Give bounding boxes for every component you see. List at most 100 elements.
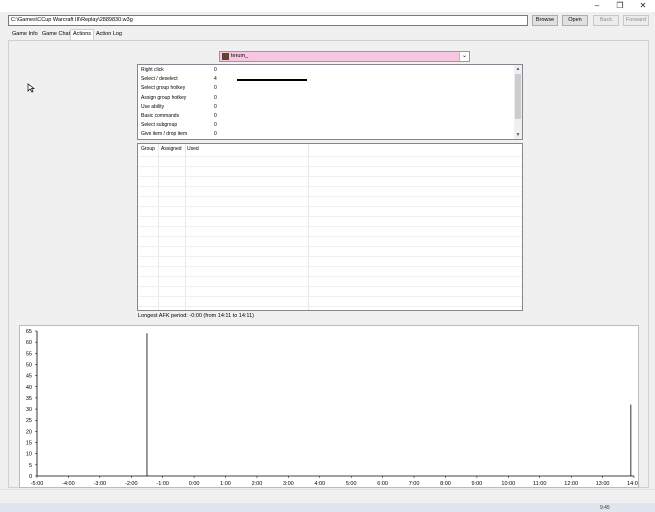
open-button[interactable]: Open [562,15,588,26]
column-header-assigned[interactable]: Assigned [161,146,182,152]
table-row [138,176,522,177]
action-count: 4 [214,76,217,83]
group-hotkey-table[interactable]: Group Assigned Used [137,143,523,311]
y-tick-label: 45 [26,374,32,380]
back-button[interactable]: Back [593,15,619,26]
close-button[interactable]: ✕ [634,0,652,11]
y-tick-label: 5 [29,463,32,469]
player-race-icon [222,53,229,60]
action-label: Select subgroup [141,122,178,129]
action-count: 0 [214,131,217,138]
table-row [138,266,522,267]
action-label: Select group hotkey [141,85,186,92]
maximize-button[interactable]: ❐ [611,0,629,11]
action-row[interactable]: Assign group hotkey 0 [141,94,511,103]
taskbar-clock: 9:45 [600,505,610,511]
x-tick-label: -2:00 [125,481,138,487]
x-tick-label: 14:00 [627,481,638,487]
y-tick-label: 0 [29,474,32,480]
afk-period-text: Longest AFK period: -0:00 (from 14:11 to… [138,313,254,319]
x-tick-label: 10:00 [501,481,515,487]
action-count: 0 [214,94,217,101]
x-tick-label: -1:00 [156,481,169,487]
y-tick-label: 50 [26,362,32,368]
x-tick-label: 4:00 [314,481,325,487]
action-count: 0 [214,85,217,92]
action-row[interactable]: Select / deselect 4 [141,75,511,84]
x-tick-label: -4:00 [62,481,75,487]
x-tick-label: 5:00 [346,481,357,487]
x-tick-label: 0:00 [189,481,200,487]
action-count-bar [237,79,307,82]
y-tick-label: 35 [26,396,32,402]
table-row [138,276,522,277]
browse-button[interactable]: Browse [532,15,558,26]
x-tick-label: 1:00 [220,481,231,487]
forward-button[interactable]: Forward [623,15,649,26]
action-label: Select / deselect [141,76,178,83]
taskbar [0,503,655,512]
mouse-cursor-icon [27,83,35,93]
table-row [138,156,522,157]
action-label: Assign group hotkey [141,94,187,101]
table-row [138,286,522,287]
title-bar [0,0,655,12]
action-list-scrollbar[interactable]: ▲ ▼ [514,65,522,139]
x-tick-label: 9:00 [472,481,483,487]
chevron-down-icon[interactable]: ⌄ [459,52,469,61]
y-tick-label: 20 [26,429,32,435]
action-count: 0 [214,122,217,129]
apm-chart: 65 60 55 50 45 40 35 30 25 20 15 10 5 0 -5:00 -4:00 -3:0… [19,325,641,488]
table-row [138,246,522,247]
replay-path-input[interactable]: C:\Games\CCup Warcraft III\Replay\288983… [8,15,528,26]
table-row [138,166,522,167]
x-tick-label: 2:00 [252,481,263,487]
action-row[interactable]: Right click 0 [141,66,511,75]
x-tick-label: 12:00 [564,481,578,487]
x-tick-label: -5:00 [31,481,44,487]
action-count: 0 [214,67,217,73]
x-tick-label: -3:00 [94,481,107,487]
action-count: 0 [214,113,217,119]
table-row [138,236,522,237]
table-row [138,196,522,197]
action-row[interactable]: Basic commands 0 [141,112,511,121]
y-tick-label: 10 [26,452,32,458]
scroll-up-icon[interactable]: ▲ [514,65,522,73]
action-row[interactable]: Give item / drop item 0 [141,130,511,139]
table-row [138,306,522,307]
player-name: terum_ [231,53,249,59]
table-row [138,216,522,217]
minimize-button[interactable]: – [588,0,606,11]
action-label: Use ability [141,103,165,110]
tab-game-chat[interactable]: Game Chat [40,30,72,39]
column-header-group[interactable]: Group [141,146,155,152]
y-tick-label: 25 [26,418,32,424]
x-tick-label: 3:00 [283,481,294,487]
apm-chart-svg: 65605550454035302520151050-5:00 -4:00 -3:0… [26,329,641,487]
y-tick-label: 40 [26,385,32,391]
column-header-used[interactable]: Used [187,146,199,152]
tab-actions[interactable]: Actions [70,29,95,40]
table-row [138,206,522,207]
player-select[interactable]: terum_ ⌄ [219,51,470,62]
table-row [138,296,522,297]
action-row[interactable]: Use ability 0 [141,103,511,112]
action-label: Right click [141,67,164,73]
action-row[interactable]: Select group hotkey 0 [141,84,511,93]
tab-game-info[interactable]: Game Info [10,30,40,39]
action-row[interactable]: Select subgroup 0 [141,121,511,130]
action-stats-list[interactable]: Right click 0 Select / deselect 4 Select gro… [137,64,523,140]
tab-action-log[interactable]: Action Log [94,30,124,39]
action-label: Give item / drop item [141,131,188,138]
x-tick-label: 7:00 [409,481,420,487]
horizontal-scrollbar[interactable] [0,489,655,500]
action-count: 0 [214,103,217,110]
scrollbar-thumb[interactable] [515,74,521,119]
y-tick-label: 15 [26,441,32,447]
scroll-down-icon[interactable]: ▼ [514,131,522,139]
y-tick-label: 30 [26,407,32,413]
x-tick-label: 8:00 [440,481,451,487]
table-row [138,226,522,227]
x-tick-label: 11:00 [533,481,546,487]
